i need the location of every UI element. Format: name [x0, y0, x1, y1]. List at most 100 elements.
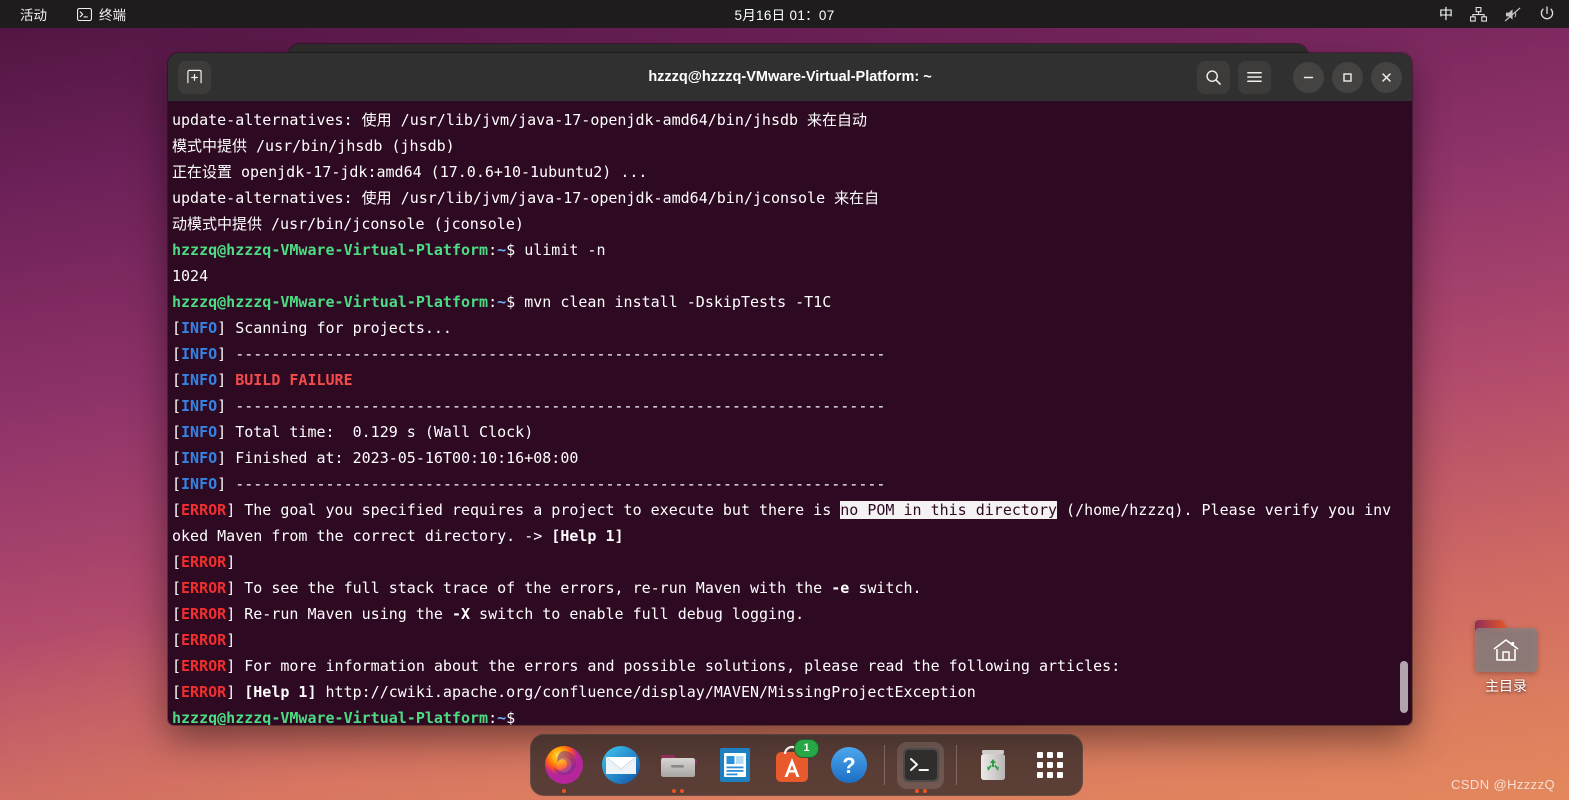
terminal-line: [INFO] BUILD FAILURE	[172, 367, 1398, 393]
terminal-icon	[77, 7, 92, 21]
dock-item-ubuntu-software[interactable]: 1	[768, 738, 819, 789]
terminal-span: INFO	[181, 423, 218, 441]
terminal-span: ] Re-run Maven using the	[226, 605, 452, 623]
terminal-scrollbar[interactable]	[1400, 661, 1408, 713]
power-icon[interactable]	[1539, 6, 1555, 22]
volume-muted-icon[interactable]	[1504, 6, 1522, 22]
dock-separator	[956, 745, 957, 785]
terminal-text[interactable]: update-alternatives: 使用 /usr/lib/jvm/jav…	[170, 107, 1412, 725]
terminal-span: ] To see the full stack trace of the err…	[226, 579, 832, 597]
terminal-span: INFO	[181, 475, 218, 493]
terminal-span: switch.	[849, 579, 922, 597]
dock-item-firefox[interactable]	[540, 742, 587, 793]
terminal-span: 动模式中提供 /usr/bin/jconsole (jconsole)	[172, 215, 524, 233]
terminal-line: [INFO] ---------------------------------…	[172, 341, 1398, 367]
terminal-span: 模式中提供 /usr/bin/jhsdb (jhsdb)	[172, 137, 455, 155]
terminal-line: [INFO] ---------------------------------…	[172, 471, 1398, 497]
terminal-span: INFO	[181, 371, 218, 389]
terminal-span: [	[172, 371, 182, 389]
terminal-line: 模式中提供 /usr/bin/jhsdb (jhsdb)	[172, 133, 1398, 159]
home-folder-icon	[1475, 620, 1537, 672]
selected-text: no POM in this directory	[840, 501, 1058, 519]
terminal-span: ] For more information about the errors …	[226, 657, 1121, 675]
terminal-span: ] --------------------------------------…	[217, 345, 886, 363]
terminal-span: ~	[497, 293, 507, 311]
terminal-span: [Help 1]	[551, 527, 624, 545]
terminal-span: [	[172, 449, 182, 467]
terminal-span: ] --------------------------------------…	[217, 397, 886, 415]
firefox-icon	[543, 744, 585, 786]
terminal-span: ] The goal you specified requires a proj…	[226, 501, 841, 519]
dock-item-thunderbird[interactable]	[597, 742, 644, 789]
terminal-span: ]	[226, 683, 245, 701]
terminal-icon	[901, 745, 941, 785]
help-icon: ?	[828, 744, 870, 786]
terminal-line: [ERROR]	[172, 549, 1398, 575]
files-icon	[657, 744, 699, 786]
terminal-span: [	[172, 319, 182, 337]
terminal-span: [	[172, 553, 182, 571]
app-menu-terminal[interactable]: 终端	[71, 2, 132, 26]
desktop: 活动 终端 5月16日 01：07 中 主目录 CSDN @HzzzzQ hzz…	[0, 0, 1569, 800]
ime-indicator[interactable]: 中	[1439, 4, 1453, 24]
terminal-span: hzzzq@hzzzq-VMware-Virtual-Platform	[172, 293, 489, 311]
terminal-span: ]	[226, 631, 245, 649]
house-glyph	[1493, 639, 1519, 661]
terminal-span: ERROR	[181, 553, 227, 571]
network-icon[interactable]	[1470, 6, 1487, 22]
activities-button[interactable]: 活动	[14, 2, 53, 26]
close-icon[interactable]	[1371, 61, 1402, 93]
terminal-line: [INFO] ---------------------------------…	[172, 393, 1398, 419]
thunderbird-icon	[600, 744, 642, 786]
activities-label: 活动	[20, 8, 47, 23]
terminal-span: $ ulimit -n	[506, 241, 606, 259]
app-grid-icon	[1036, 752, 1063, 778]
terminal-span: ERROR	[181, 631, 227, 649]
search-icon[interactable]	[1197, 60, 1230, 94]
terminal-span: update-alternatives: 使用 /usr/lib/jvm/jav…	[172, 189, 880, 207]
terminal-span: switch to enable full debug logging.	[470, 605, 805, 623]
dock-badge: 1	[794, 738, 819, 758]
dock-item-files[interactable]	[654, 742, 701, 793]
terminal-span: ERROR	[181, 683, 227, 701]
terminal-line: [ERROR] Re-run Maven using the -X switch…	[172, 601, 1398, 627]
dock-item-terminal[interactable]	[897, 741, 944, 793]
terminal-span: ]	[226, 553, 245, 571]
top-bar: 活动 终端 5月16日 01：07 中	[0, 0, 1569, 28]
terminal-span: ] Scanning for projects...	[217, 319, 452, 337]
terminal-span: [	[172, 397, 182, 415]
dock-item-help[interactable]: ?	[825, 742, 872, 789]
terminal-span: [	[172, 579, 182, 597]
running-indicator	[654, 788, 701, 793]
clock[interactable]: 5月16日 01：07	[0, 4, 1569, 24]
new-terminal-icon[interactable]	[178, 60, 211, 94]
terminal-span: ] Total time: 0.129 s (Wall Clock)	[217, 423, 534, 441]
terminal-span: [	[172, 501, 182, 519]
terminal-span: [	[172, 631, 182, 649]
desktop-icon-home[interactable]: 主目录	[1463, 620, 1549, 696]
terminal-span: [	[172, 657, 182, 675]
maximize-icon[interactable]	[1332, 61, 1363, 93]
dock-separator	[884, 745, 885, 785]
dock-item-show-apps[interactable]	[1026, 742, 1073, 789]
terminal-span: INFO	[181, 397, 218, 415]
terminal-line: update-alternatives: 使用 /usr/lib/jvm/jav…	[172, 185, 1398, 211]
terminal-output-area[interactable]: update-alternatives: 使用 /usr/lib/jvm/jav…	[168, 101, 1412, 725]
libreoffice-writer-icon	[714, 744, 756, 786]
terminal-line: [INFO] Scanning for projects...	[172, 315, 1398, 341]
dock-item-libreoffice-writer[interactable]	[711, 742, 758, 789]
terminal-span: :	[488, 293, 498, 311]
terminal-span: ~	[497, 241, 507, 259]
terminal-span: ERROR	[181, 657, 227, 675]
terminal-line: [ERROR] To see the full stack trace of t…	[172, 575, 1398, 601]
minimize-icon[interactable]	[1293, 61, 1324, 93]
dock-item-trash[interactable]	[969, 742, 1016, 789]
terminal-window[interactable]: hzzzq@hzzzq-VMware-Virtual-Platform: ~ u…	[168, 53, 1412, 725]
hamburger-menu-icon[interactable]	[1238, 60, 1271, 94]
terminal-line: update-alternatives: 使用 /usr/lib/jvm/jav…	[172, 107, 1398, 133]
terminal-span: ERROR	[181, 579, 227, 597]
window-titlebar[interactable]: hzzzq@hzzzq-VMware-Virtual-Platform: ~	[168, 53, 1412, 101]
terminal-span: [	[172, 423, 182, 441]
running-indicator	[897, 788, 944, 793]
terminal-span: INFO	[181, 449, 218, 467]
